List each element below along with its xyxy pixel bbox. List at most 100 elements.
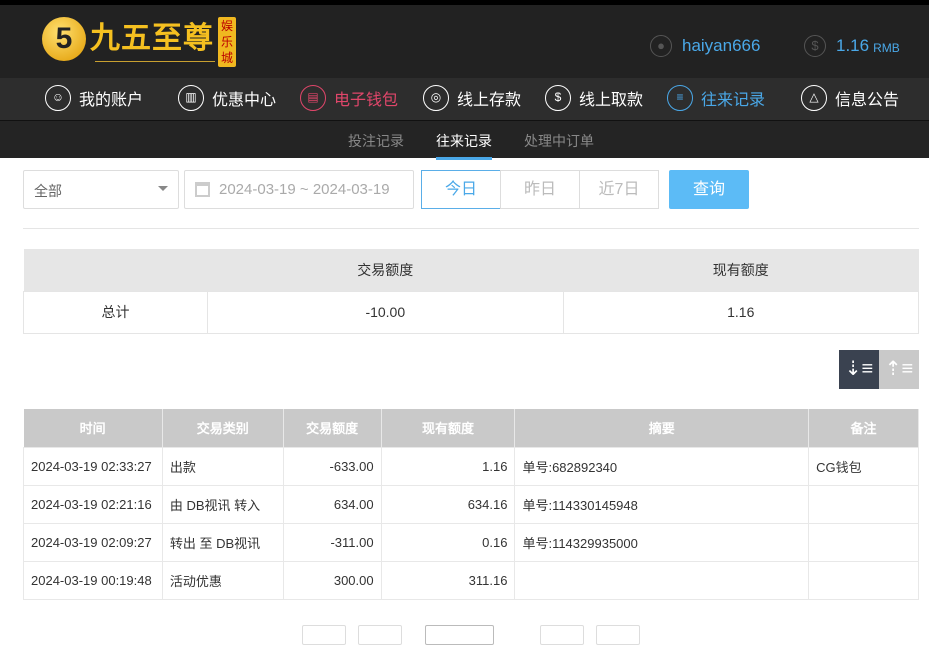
- col-header: 摘要: [514, 409, 810, 447]
- wallet-icon: ▤: [300, 85, 326, 111]
- cell-balance: 0.16: [380, 522, 516, 562]
- nav-label: 电子钱包: [334, 92, 399, 109]
- nav-wallet[interactable]: ▤ 电子钱包: [300, 85, 398, 111]
- cell-time: 2024-03-19 00:19:48: [23, 560, 163, 600]
- summary-label: 总计: [22, 290, 209, 334]
- logo-ornament: [95, 61, 215, 62]
- cell-time: 2024-03-19 02:21:16: [23, 484, 163, 524]
- nav-records[interactable]: ≡ 往来记录: [667, 85, 765, 111]
- pagination-prev[interactable]: [358, 625, 402, 645]
- col-header: 时间: [23, 409, 163, 447]
- username: haiyan666: [682, 36, 761, 55]
- nav-my-account[interactable]: ☺ 我的账户: [45, 85, 143, 111]
- logo[interactable]: 5 九五至尊 娱乐城: [42, 17, 236, 67]
- user-icon: ☺: [45, 85, 71, 111]
- nav-label: 我的账户: [79, 92, 144, 109]
- records-icon: ≡: [667, 85, 693, 111]
- col-header: 现有额度: [381, 409, 516, 447]
- divider: [23, 228, 919, 229]
- pagination-next[interactable]: [540, 625, 584, 645]
- cell-amount: -633.00: [282, 446, 382, 486]
- deposit-icon: ◎: [423, 85, 449, 111]
- sort-desc-icon[interactable]: ⇣≡: [839, 350, 879, 389]
- yesterday-button[interactable]: 昨日: [500, 170, 580, 209]
- cell-note: [808, 522, 919, 562]
- table-header-row: 时间 交易类别 交易额度 现有额度 摘要 备注: [23, 409, 919, 447]
- nav-label: 往来记录: [701, 92, 766, 109]
- cell-amount: 634.00: [282, 484, 382, 524]
- cell-summary: [514, 560, 810, 600]
- dollar-icon: $: [804, 35, 826, 57]
- nav-label: 信息公告: [835, 92, 900, 109]
- type-select-value: 全部: [34, 183, 62, 199]
- cell-type: 由 DB视讯 转入: [161, 484, 284, 524]
- table-row: 2024-03-19 02:21:16 由 DB视讯 转入 634.00 634.16…: [23, 484, 919, 524]
- nav-label: 线上存款: [457, 92, 522, 109]
- cell-type: 转出 至 DB视讯: [161, 522, 284, 562]
- summary-table: 交易额度 现有额度 总计 -10.00 1.16: [22, 249, 920, 334]
- gift-icon: ▥: [178, 85, 204, 111]
- cell-time: 2024-03-19 02:09:27: [23, 522, 163, 562]
- cell-amount: -311.00: [282, 522, 382, 562]
- currency: RMB: [873, 40, 900, 55]
- today-button[interactable]: 今日: [421, 170, 501, 209]
- calendar-icon: [195, 182, 210, 197]
- pagination-page-input[interactable]: [425, 625, 494, 645]
- summary-header: 现有额度: [563, 249, 919, 291]
- nav-withdraw[interactable]: $ 线上取款: [545, 85, 643, 111]
- cell-type: 活动优惠: [161, 560, 284, 600]
- nav-announcements[interactable]: △ 信息公告: [801, 85, 899, 111]
- cell-note: [808, 484, 919, 524]
- col-header: 交易额度: [283, 409, 382, 447]
- table-row: 2024-03-19 02:09:27 转出 至 DB视讯 -311.00 0.16 单…: [23, 522, 919, 562]
- nav-label: 优惠中心: [212, 92, 277, 109]
- pagination-first[interactable]: [302, 625, 346, 645]
- summary-header: 交易额度: [207, 249, 564, 291]
- chevron-down-icon: [158, 186, 168, 191]
- records-table: 时间 交易类别 交易额度 现有额度 摘要 备注 2024-03-19 02:33…: [23, 409, 919, 600]
- logo-tag: 娱乐城: [218, 17, 236, 67]
- cell-balance: 1.16: [380, 446, 516, 486]
- query-button[interactable]: 查询: [669, 170, 749, 209]
- cell-type: 出款: [161, 446, 284, 486]
- table-row: 2024-03-19 02:33:27 出款 -633.00 1.16 单号:68289…: [23, 446, 919, 486]
- col-header: 备注: [808, 409, 919, 447]
- date-range-input[interactable]: 2024-03-19 ~ 2024-03-19: [184, 170, 414, 209]
- col-header: 交易类别: [162, 409, 284, 447]
- nav-label: 线上取款: [579, 92, 644, 109]
- sub-nav: 投注记录 往来记录 处理中订单: [0, 120, 929, 160]
- cell-amount: 300.00: [282, 560, 382, 600]
- withdraw-icon: $: [545, 85, 571, 111]
- tab-bet-records[interactable]: 投注记录: [348, 131, 404, 151]
- logo-text: 九五至尊: [90, 22, 214, 55]
- cell-balance: 634.16: [380, 484, 516, 524]
- logo-mark: 5: [42, 17, 86, 61]
- header: 5 九五至尊 娱乐城 ● haiyan666 $1.16 RMB: [0, 5, 929, 78]
- tab-transaction-records[interactable]: 往来记录: [436, 131, 492, 160]
- date-range-value: 2024-03-19 ~ 2024-03-19: [219, 181, 390, 198]
- table-row: 2024-03-19 00:19:48 活动优惠 300.00 311.16: [23, 560, 919, 600]
- cell-note: CG钱包: [808, 446, 919, 486]
- sort-asc-icon[interactable]: ⇡≡: [879, 350, 919, 389]
- balance: $1.16 RMB: [804, 35, 900, 57]
- main-nav: ☺ 我的账户 ▥ 优惠中心 ▤ 电子钱包 ◎ 线上存款 $ 线上取款 ≡ 往来记录 △ 信息公…: [0, 78, 929, 120]
- last-7-days-button[interactable]: 近7日: [579, 170, 659, 209]
- balance-value: 1.16: [836, 36, 870, 55]
- username-link[interactable]: ● haiyan666: [650, 35, 760, 57]
- type-select[interactable]: 全部: [23, 170, 179, 209]
- bell-icon: △: [801, 85, 827, 111]
- cell-summary: 单号:114329935000: [514, 522, 810, 562]
- summary-balance: 1.16: [562, 290, 920, 334]
- pagination-last[interactable]: [596, 625, 640, 645]
- summary-header: [23, 249, 208, 291]
- cell-summary: 单号:682892340: [514, 446, 810, 486]
- cell-balance: 311.16: [380, 560, 516, 600]
- cell-time: 2024-03-19 02:33:27: [23, 446, 163, 486]
- summary-amount: -10.00: [207, 290, 564, 334]
- user-icon: ●: [650, 35, 672, 57]
- tab-pending-orders[interactable]: 处理中订单: [524, 131, 594, 151]
- nav-deposit[interactable]: ◎ 线上存款: [423, 85, 521, 111]
- cell-summary: 单号:114330145948: [514, 484, 810, 524]
- nav-promotions[interactable]: ▥ 优惠中心: [178, 85, 276, 111]
- cell-note: [808, 560, 919, 600]
